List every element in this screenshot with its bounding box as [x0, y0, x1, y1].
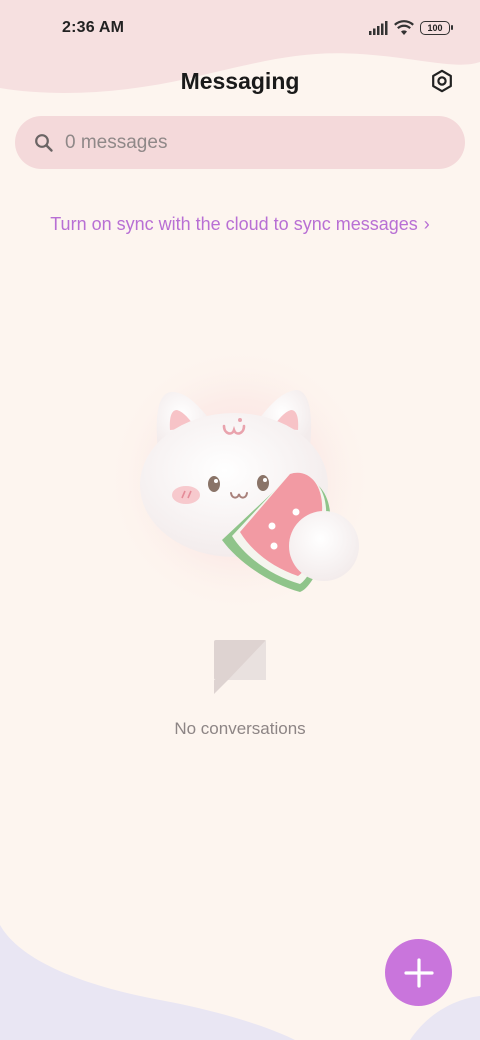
plus-icon [403, 957, 434, 988]
gear-icon [432, 69, 452, 93]
sync-cloud-link[interactable]: Turn on sync with the cloud to sync mess… [0, 214, 480, 235]
signal-icon [369, 21, 388, 35]
status-icons: 100 [368, 20, 453, 36]
cat-mascot-illustration [105, 345, 375, 615]
header: Messaging [0, 58, 480, 104]
sync-cloud-text: Turn on sync with the cloud to sync mess… [50, 214, 418, 234]
status-time: 2:36 AM [62, 19, 125, 36]
search-bar[interactable] [15, 116, 465, 169]
search-icon [33, 132, 55, 154]
wifi-icon [394, 20, 414, 35]
battery-level: 100 [427, 23, 443, 33]
empty-state-text: No conversations [174, 719, 306, 738]
search-input[interactable] [65, 131, 425, 154]
empty-state-illustration [100, 330, 380, 630]
page-title: Messaging [180, 67, 300, 94]
battery-icon: 100 [420, 21, 453, 35]
chat-bubble-icon [214, 640, 266, 694]
new-message-button[interactable] [385, 939, 452, 1006]
settings-button[interactable] [428, 67, 456, 95]
chevron-right-icon: › [423, 214, 430, 234]
status-bar: 2:36 AM 100 [0, 0, 480, 56]
